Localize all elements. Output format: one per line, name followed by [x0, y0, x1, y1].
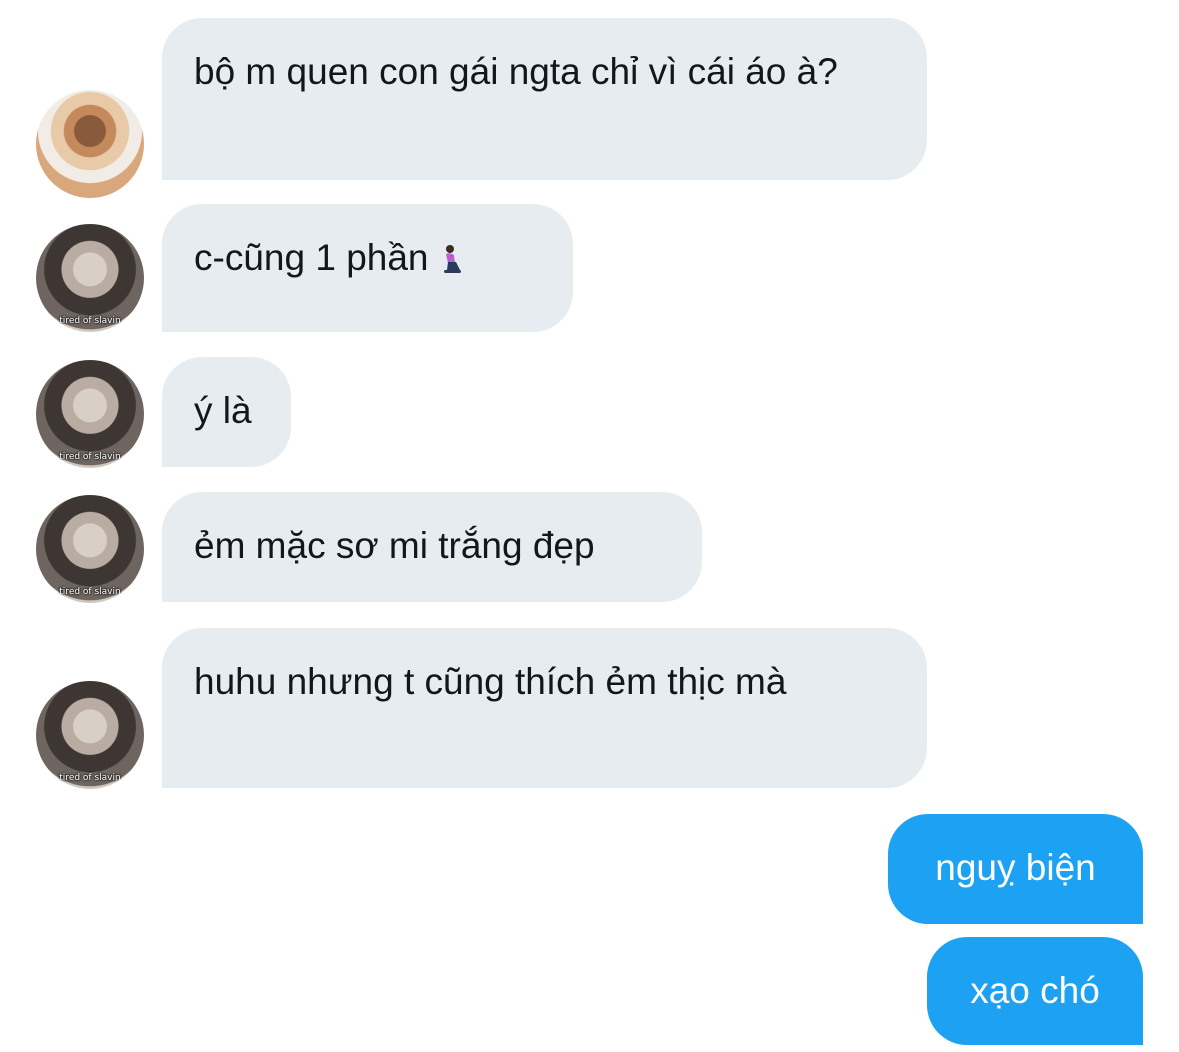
- message-text: ý là: [194, 390, 252, 431]
- message-bubble: ý là: [162, 357, 291, 467]
- avatar-caption: tired of slavin: [59, 452, 121, 462]
- avatar-caption: tired of slavin: [59, 587, 121, 597]
- message-row: tired of slavin ẻm mặc sơ mi trắng đẹp: [0, 492, 1179, 603]
- message-bubble: c-cũng 1 phần: [162, 204, 573, 332]
- message-text: xạo chó: [970, 970, 1100, 1011]
- message-bubble: huhu nhưng t cũng thích ẻm thịc mà: [162, 628, 927, 788]
- avatar[interactable]: tired of slavin: [36, 224, 144, 332]
- avatar[interactable]: tired of slavin: [36, 681, 144, 789]
- message-row: tired of slavin ý là: [0, 357, 1179, 468]
- kneeling-person-icon: [443, 245, 461, 273]
- outgoing-message-bubble: nguỵ biện: [888, 814, 1143, 924]
- message-row: bộ m quen con gái ngta chỉ vì cái áo à?: [0, 18, 1179, 198]
- message-bubble: ẻm mặc sơ mi trắng đẹp: [162, 492, 702, 602]
- message-text: ẻm mặc sơ mi trắng đẹp: [194, 525, 595, 566]
- message-text: nguỵ biện: [935, 847, 1096, 888]
- message-row: tired of slavin c-cũng 1 phần: [0, 204, 1179, 332]
- avatar-caption: tired of slavin: [59, 773, 121, 783]
- outgoing-message-bubble: xạo chó: [927, 937, 1143, 1045]
- message-text: huhu nhưng t cũng thích ẻm thịc mà: [194, 661, 787, 702]
- message-bubble: bộ m quen con gái ngta chỉ vì cái áo à?: [162, 18, 927, 180]
- avatar-caption: tired of slavin: [59, 316, 121, 326]
- avatar[interactable]: [36, 90, 144, 198]
- message-text: bộ m quen con gái ngta chỉ vì cái áo à?: [194, 51, 838, 92]
- avatar[interactable]: tired of slavin: [36, 495, 144, 603]
- message-row: tired of slavin huhu nhưng t cũng thích …: [0, 628, 1179, 789]
- avatar[interactable]: tired of slavin: [36, 360, 144, 468]
- message-text: c-cũng 1 phần: [194, 237, 429, 278]
